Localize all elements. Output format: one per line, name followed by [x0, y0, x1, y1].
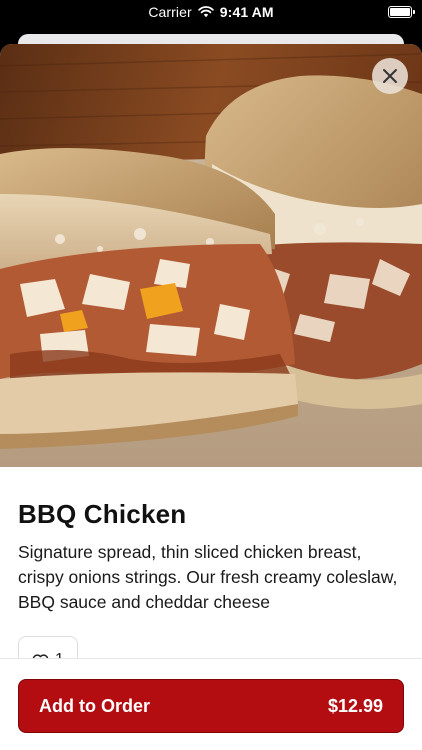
item-photo — [0, 44, 422, 467]
status-time: 9:41 AM — [219, 4, 274, 20]
battery-icon — [388, 6, 415, 18]
add-to-order-label: Add to Order — [39, 695, 150, 716]
item-title: BBQ Chicken — [18, 499, 187, 529]
order-price: $12.99 — [327, 695, 383, 716]
order-bar: Add to Order $12.99 — [0, 658, 422, 750]
item-detail-sheet: BBQ Chicken Signature spread, thin slice… — [0, 44, 422, 750]
battery-fill — [390, 8, 410, 16]
close-icon — [383, 69, 397, 83]
sandwich-photo-illustration — [0, 44, 422, 467]
item-description: Signature spread, thin sliced chicken br… — [18, 542, 398, 612]
status-bar: Carrier 9:41 AM — [0, 0, 422, 26]
item-info: BBQ Chicken Signature spread, thin slice… — [0, 467, 422, 615]
add-to-order-button[interactable]: Add to Order $12.99 — [18, 679, 404, 733]
wifi-icon — [198, 6, 214, 18]
close-button[interactable] — [372, 58, 408, 94]
status-center: Carrier 9:41 AM — [0, 4, 422, 20]
carrier-label: Carrier — [148, 4, 192, 20]
